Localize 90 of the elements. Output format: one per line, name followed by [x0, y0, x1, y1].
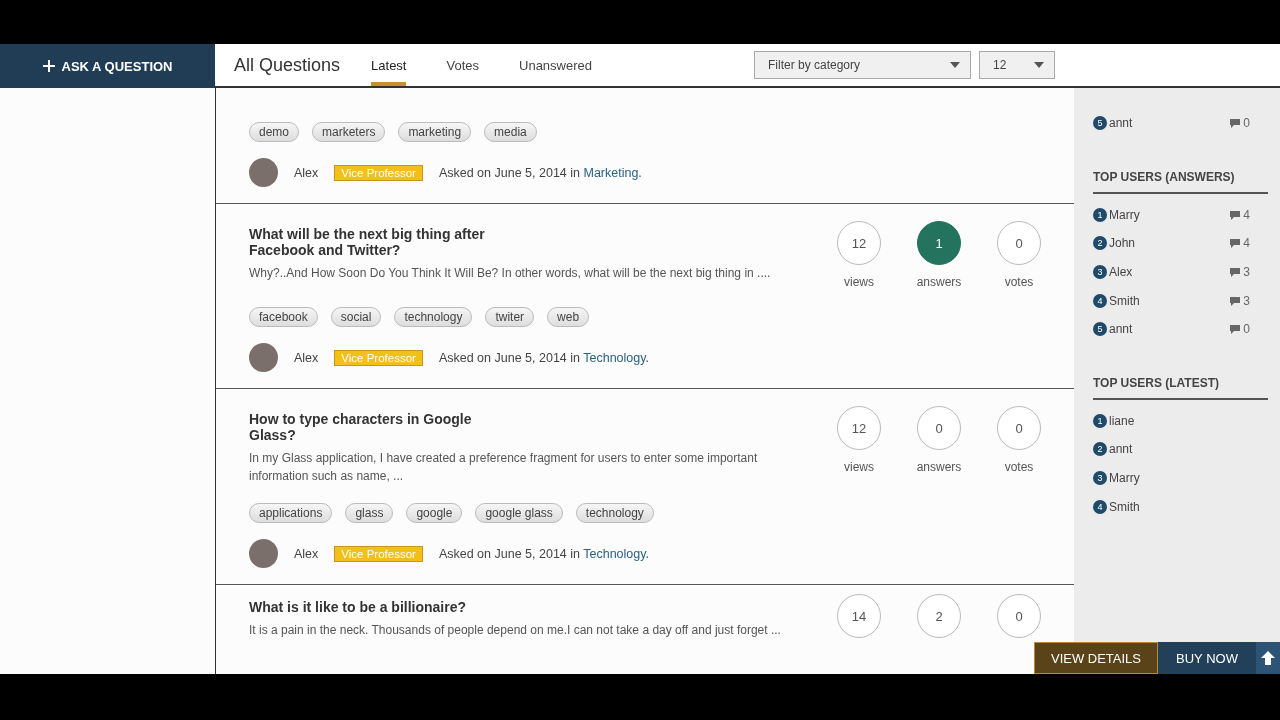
stat-label: views — [844, 275, 874, 289]
caret-icon — [950, 62, 960, 68]
question-excerpt: In my Glass application, I have created a preference fragment for users to enter some important information such as name, ... — [249, 450, 759, 485]
stat-count: 0 — [917, 406, 961, 450]
rank-badge: Vice Professor — [334, 349, 423, 366]
question-excerpt: It is a pain in the neck. Thousands of people depend on me.I can not take a day off and just forget ... — [249, 622, 782, 639]
tag[interactable]: marketing — [398, 122, 472, 142]
asked-info: Asked on June 5, 2014 in Marketing. — [438, 165, 642, 180]
user-name[interactable]: annt — [1109, 442, 1268, 457]
asked-info: Asked on June 5, 2014 in Technology. — [438, 350, 650, 365]
stat-count: 1 — [917, 221, 961, 265]
stat-count: 12 — [837, 221, 881, 265]
tag[interactable]: social — [330, 307, 382, 327]
stat-label: votes — [1004, 460, 1034, 474]
category-link[interactable]: Technology — [583, 350, 646, 365]
avatar — [249, 158, 278, 187]
buy-now-button[interactable]: BUY NOW — [1158, 642, 1256, 674]
section-heading: TOP USERS (LATEST) — [1093, 375, 1268, 400]
section-heading: TOP USERS (ANSWERS) — [1093, 169, 1268, 194]
answer-count: 3 — [1229, 265, 1250, 280]
rank-badge: Vice Professor — [334, 545, 423, 562]
category-link[interactable]: Technology — [583, 546, 646, 561]
stat-count: 0 — [997, 221, 1041, 265]
dropdown[interactable]: 12 — [979, 51, 1055, 79]
stat-label: votes — [1004, 275, 1034, 289]
page-title: All Questions — [234, 54, 341, 76]
user-name[interactable]: liane — [1109, 413, 1268, 428]
user-name[interactable]: Smith — [1109, 293, 1230, 308]
answer-count: 4 — [1229, 207, 1250, 222]
author-name[interactable]: Alex — [294, 350, 319, 365]
tag[interactable]: google glass — [475, 503, 563, 523]
stat-label: views — [844, 460, 874, 474]
tag[interactable]: marketers — [312, 122, 386, 142]
tag[interactable]: glass — [345, 503, 394, 523]
stat-label: answers — [916, 275, 962, 289]
author-name[interactable]: Alex — [294, 165, 319, 180]
answer-count: 4 — [1229, 236, 1250, 251]
rank-number: 2 — [1093, 442, 1107, 457]
user-name[interactable]: Alex — [1109, 265, 1230, 280]
avatar — [249, 343, 278, 372]
question-excerpt: Why?..And How Soon Do You Think It Will Be? In other words, what will be the next big thing in .... — [249, 265, 772, 282]
rank-number: 3 — [1093, 471, 1107, 486]
user-name[interactable]: annt — [1109, 322, 1230, 337]
stat-label: answers — [916, 460, 962, 474]
tag[interactable]: facebook — [249, 307, 318, 327]
user-name[interactable]: annt — [1109, 116, 1230, 131]
question-title[interactable]: What will be the next big thing after Facebook and Twitter? — [249, 226, 519, 258]
tag[interactable]: media — [484, 122, 537, 142]
question-title[interactable]: What is it like to be a billionaire? — [249, 599, 519, 615]
user-name[interactable]: Marry — [1109, 207, 1230, 222]
stat-count: 0 — [997, 406, 1041, 450]
user-name[interactable]: Smith — [1109, 499, 1268, 514]
up-arrow-icon — [1260, 650, 1276, 666]
user-name[interactable]: Marry — [1109, 471, 1268, 486]
tab[interactable]: Votes — [446, 44, 479, 86]
stat-count: 2 — [917, 594, 961, 638]
stat-count: 14 — [837, 594, 881, 638]
avatar — [249, 539, 278, 568]
tag[interactable]: twiter — [485, 307, 535, 327]
tag[interactable]: technology — [394, 307, 473, 327]
stat-count: 12 — [837, 406, 881, 450]
dropdown[interactable]: Filter by category — [754, 51, 971, 79]
rank-number: 1 — [1093, 207, 1107, 222]
tag[interactable]: google — [406, 503, 463, 523]
answer-count: 3 — [1229, 293, 1250, 308]
stat-count: 0 — [997, 594, 1041, 638]
answer-count: 0 — [1229, 116, 1250, 131]
rank-number: 5 — [1093, 322, 1107, 337]
tab[interactable]: Unanswered — [519, 44, 592, 86]
rank-number: 4 — [1093, 499, 1107, 514]
rank-number: 3 — [1093, 265, 1107, 280]
rank-badge: Vice Professor — [334, 164, 423, 181]
tag[interactable]: technology — [575, 503, 654, 523]
rank-number: 4 — [1093, 293, 1107, 308]
ask-question-button[interactable]: ASK A QUESTION — [0, 44, 215, 88]
tag[interactable]: demo — [249, 122, 300, 142]
rank-number: 2 — [1093, 236, 1107, 251]
tag[interactable]: applications — [249, 503, 333, 523]
scroll-top-button[interactable] — [1256, 642, 1280, 674]
rank-number: 5 — [1093, 116, 1107, 131]
tag[interactable]: web — [547, 307, 590, 327]
author-name[interactable]: Alex — [294, 546, 319, 561]
plus-icon — [42, 60, 55, 72]
question-title[interactable]: How to type characters in Google Glass? — [249, 411, 519, 443]
view-details-button[interactable]: VIEW DETAILS — [1034, 642, 1158, 674]
answer-count: 0 — [1229, 322, 1250, 337]
caret-icon — [1034, 62, 1044, 68]
rank-number: 1 — [1093, 413, 1107, 428]
user-name[interactable]: John — [1109, 236, 1230, 251]
asked-info: Asked on June 5, 2014 in Technology. — [438, 546, 650, 561]
